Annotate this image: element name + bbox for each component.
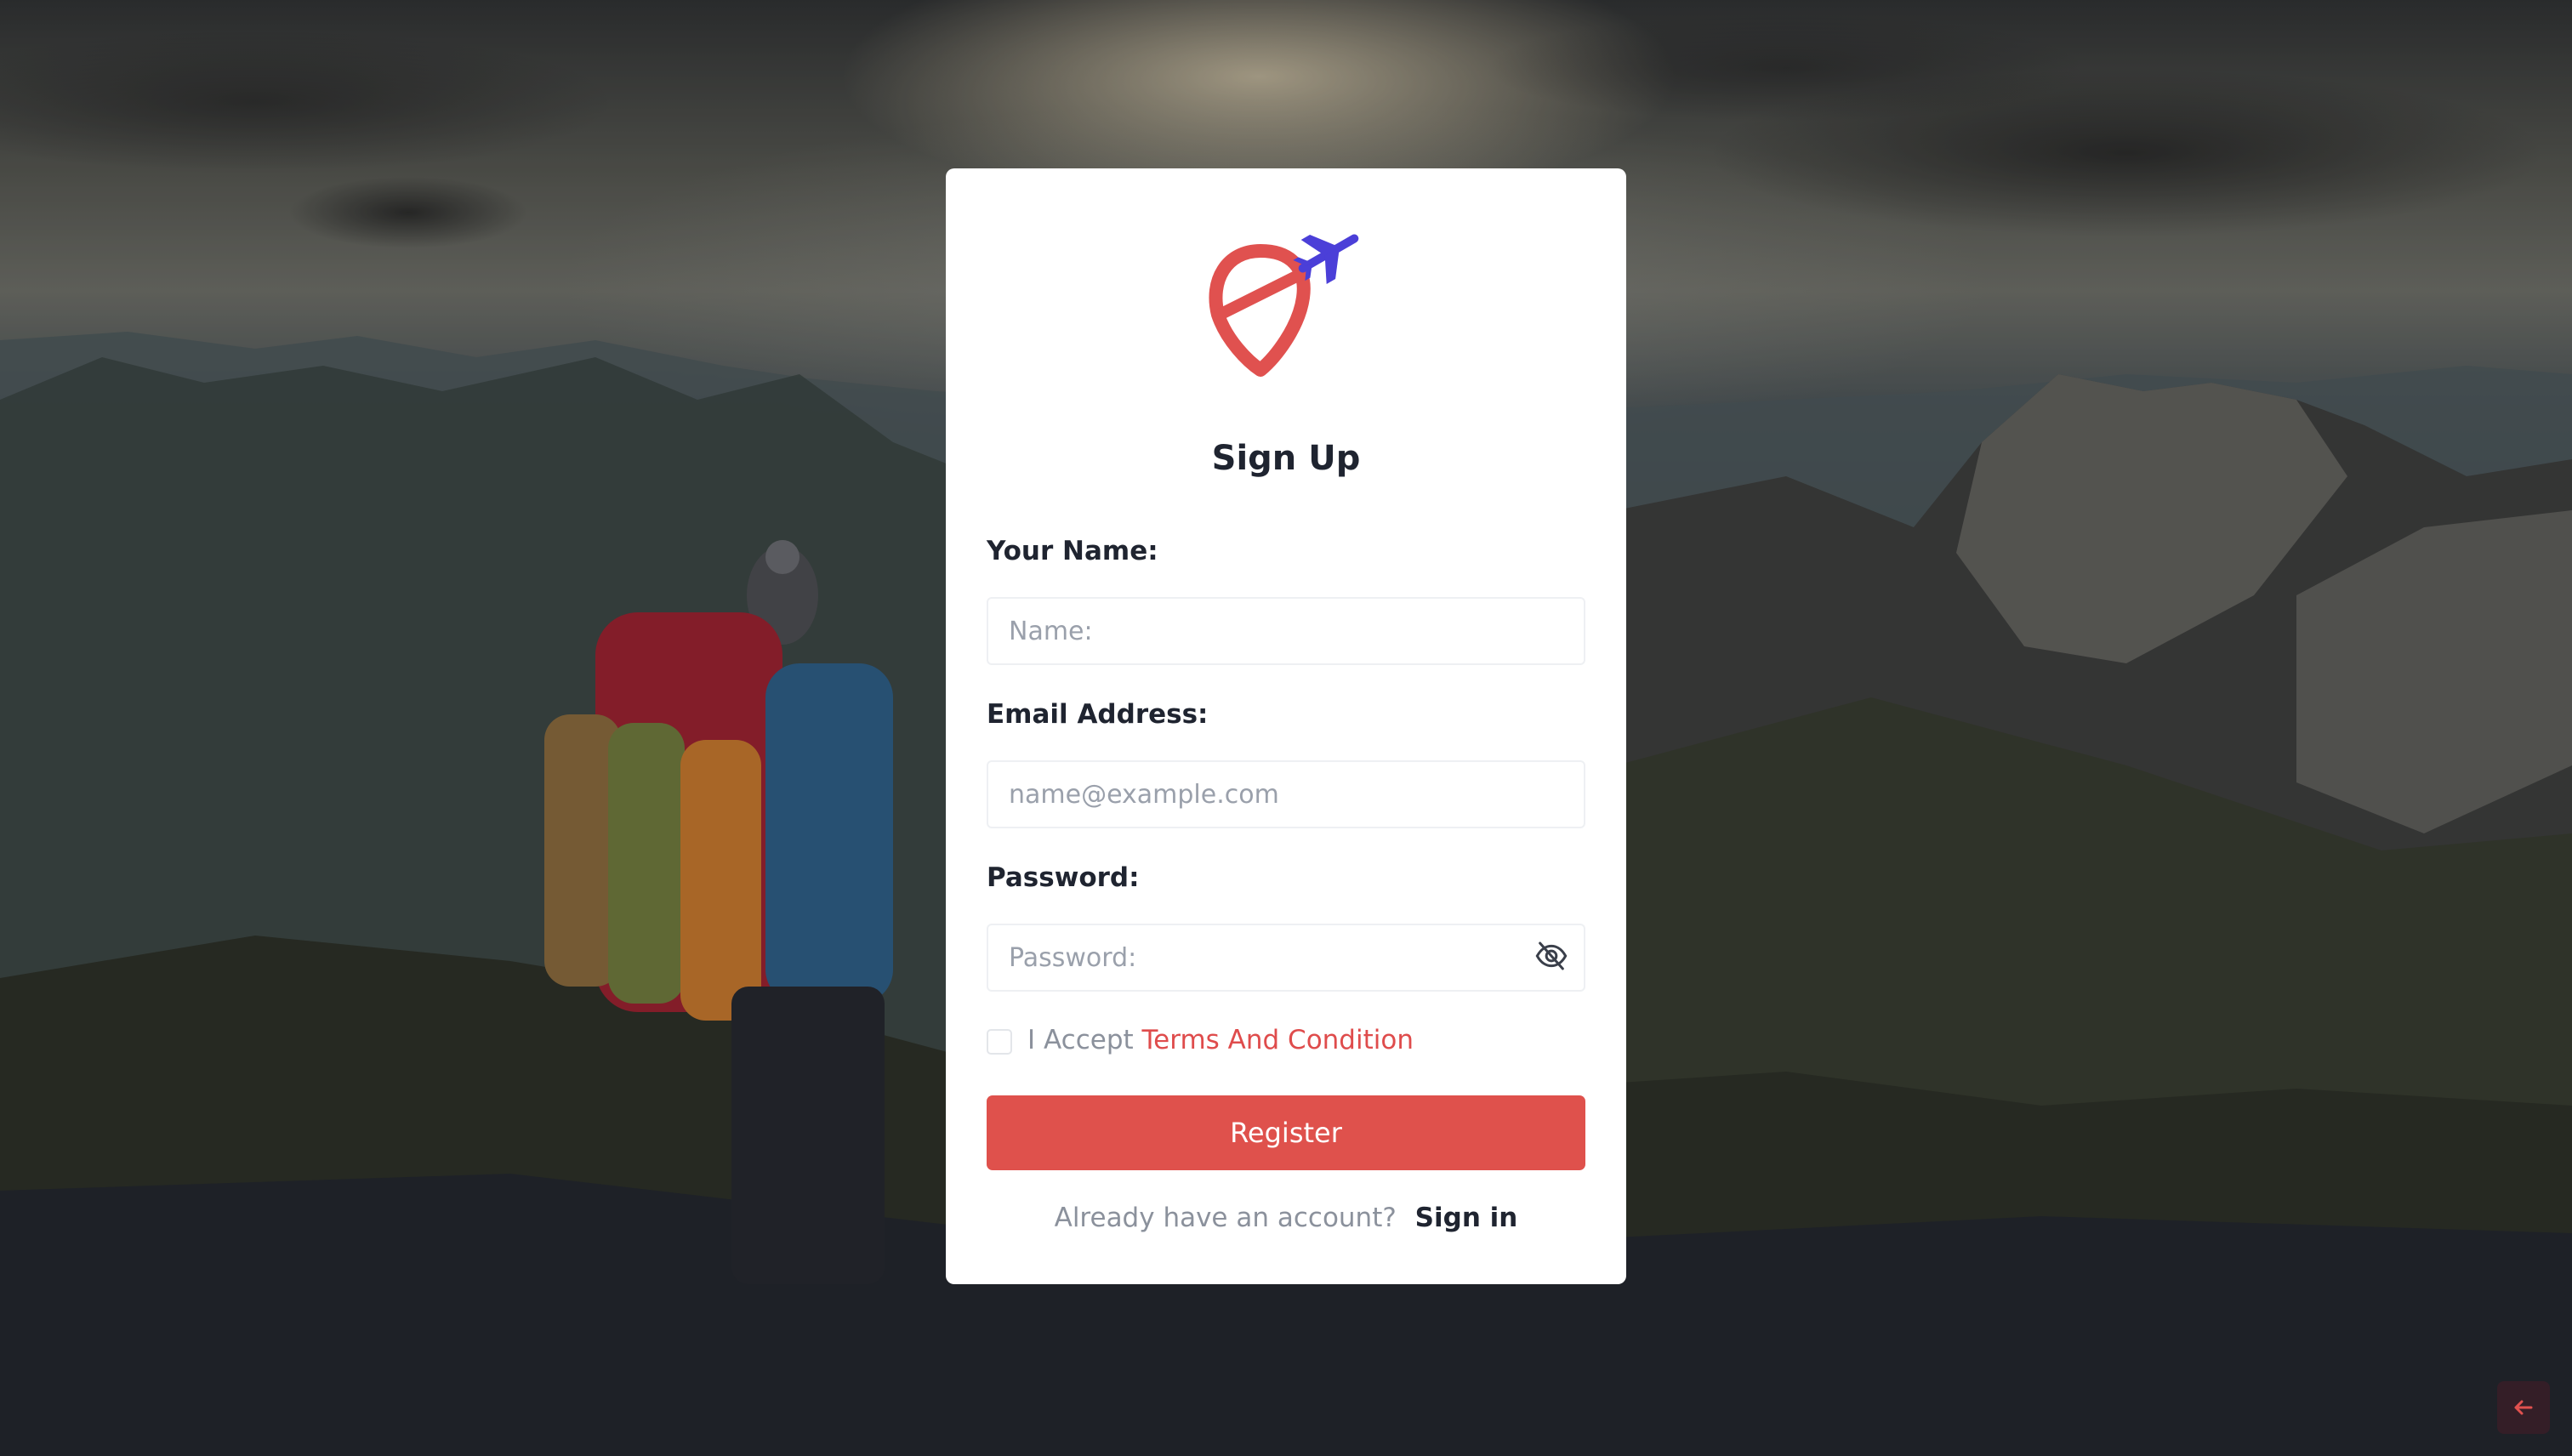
arrow-left-icon <box>2514 1400 2533 1415</box>
have-account-text: Already have an account? <box>1054 1203 1397 1233</box>
email-label: Email Address: <box>987 699 1209 730</box>
signin-row: Already have an account? Sign in <box>946 1203 1626 1233</box>
register-button[interactable]: Register <box>987 1095 1585 1170</box>
terms-link[interactable]: Terms And Condition <box>1142 1025 1414 1055</box>
page-title: Sign Up <box>1211 439 1361 478</box>
name-label: Your Name: <box>987 536 1158 566</box>
name-field[interactable] <box>987 597 1585 665</box>
accept-prefix: I Accept <box>1027 1025 1134 1055</box>
password-field[interactable] <box>987 924 1585 992</box>
password-label: Password: <box>987 862 1140 893</box>
signup-card: Sign Up Your Name: Email Address: Passwo… <box>946 168 1626 1284</box>
terms-checkbox[interactable] <box>987 1029 1012 1055</box>
travel-pin-plane-logo <box>1209 234 1359 377</box>
back-button[interactable] <box>2497 1381 2550 1434</box>
eye-off-icon[interactable] <box>1534 939 1568 973</box>
signin-link[interactable]: Sign in <box>1415 1203 1518 1233</box>
accept-terms-text: I Accept Terms And Condition <box>1027 1025 1414 1055</box>
email-field[interactable] <box>987 760 1585 828</box>
